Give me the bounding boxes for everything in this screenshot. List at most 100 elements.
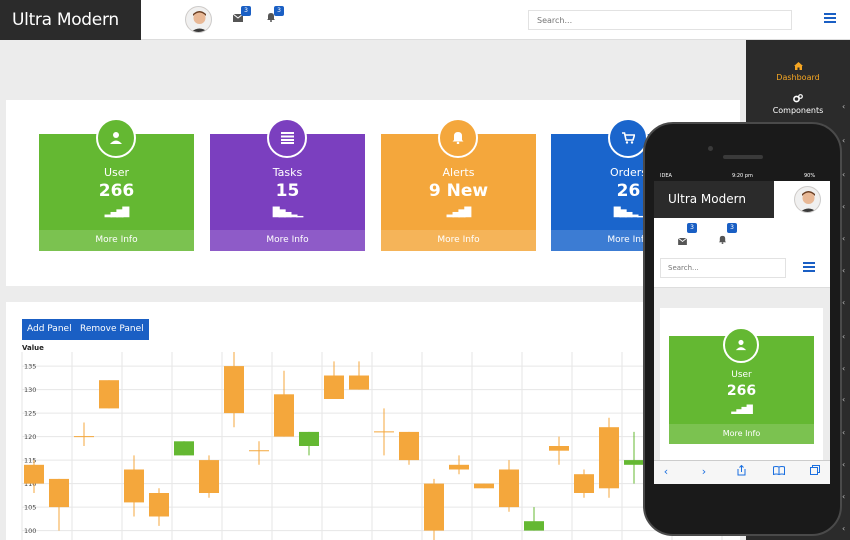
stat-card-value: 266 <box>98 181 135 201</box>
top-navbar: Ultra Modern 3 3 <box>0 0 850 40</box>
y-tick-label: 120 <box>24 433 36 441</box>
remove-panel-button[interactable]: Remove Panel <box>75 319 149 340</box>
candle-body <box>124 469 144 503</box>
candle-body <box>24 464 44 484</box>
chevron-left-icon[interactable]: ‹ <box>842 460 845 469</box>
user-icon <box>723 327 759 363</box>
phone-search-row <box>654 248 830 288</box>
bell-icon[interactable] <box>718 229 727 248</box>
candle-body <box>349 375 369 390</box>
home-icon <box>746 62 850 73</box>
battery-label: 90% <box>804 173 816 179</box>
chevron-left-icon[interactable]: ‹ <box>842 298 845 307</box>
stats-panel: User 266 ▂▄▆█ More Info Tasks 15 █▆▄▂▁ M… <box>6 100 740 286</box>
chevron-left-icon[interactable]: ‹ <box>842 136 845 145</box>
menu-toggle-icon[interactable] <box>803 262 815 273</box>
y-tick-label: 105 <box>24 504 36 512</box>
back-icon[interactable]: ‹ <box>659 465 673 479</box>
phone-speaker <box>723 155 763 159</box>
phone-stats-panel: User 266 ▂▄▆█ More Info <box>660 308 823 468</box>
candle-body <box>199 460 219 493</box>
candle-body <box>524 521 544 531</box>
more-info-link[interactable]: More Info <box>381 230 536 251</box>
bar-chart-icon: █▆▄▂▁ <box>272 208 304 218</box>
phone-search-input[interactable] <box>660 258 786 278</box>
y-tick-label: 125 <box>24 410 36 418</box>
bell-badge: 3 <box>274 6 284 16</box>
avatar-image <box>795 187 820 212</box>
candle-body <box>424 483 444 531</box>
phone-brand-logo[interactable]: Ultra Modern <box>654 181 774 218</box>
stat-card-value: 9 New <box>428 181 489 201</box>
more-info-link[interactable]: More Info <box>39 230 194 251</box>
candle-body <box>449 464 469 470</box>
candle-body <box>549 446 569 451</box>
more-info-link[interactable]: More Info <box>669 424 814 444</box>
chevron-left-icon[interactable]: ‹ <box>842 524 845 533</box>
candle-body <box>49 478 69 508</box>
candle-body <box>599 427 619 489</box>
mail-badge: 3 <box>241 6 251 16</box>
y-tick-label: 130 <box>24 386 36 394</box>
avatar-image <box>186 7 211 32</box>
avatar[interactable] <box>794 186 821 213</box>
stat-card-value: 15 <box>275 181 300 201</box>
sidebar-item-dashboard[interactable]: Dashboard <box>746 62 850 82</box>
tabs-icon[interactable] <box>808 465 822 479</box>
phone-camera <box>708 146 713 151</box>
bar-chart-icon: ▂▄▆█ <box>446 208 472 218</box>
candle-body <box>474 483 494 489</box>
more-info-link[interactable]: More Info <box>210 230 365 251</box>
bell-badge: 3 <box>727 223 737 233</box>
chevron-left-icon[interactable]: ‹ <box>842 102 845 111</box>
menu-toggle-icon[interactable] <box>824 13 836 24</box>
candle-body <box>574 474 594 493</box>
search-input[interactable] <box>528 10 792 30</box>
share-icon[interactable] <box>734 464 748 479</box>
stat-card-title: Alerts <box>442 166 475 179</box>
brand-logo[interactable]: Ultra Modern <box>0 0 141 40</box>
y-tick-label: 115 <box>24 457 36 465</box>
candle-body <box>274 394 294 437</box>
sidebar-item-components[interactable]: Components <box>746 94 850 115</box>
candle-body <box>499 469 519 508</box>
stat-card-user[interactable]: User 266 ▂▄▆█ More Info <box>39 118 194 251</box>
phone-icon-row: 3 3 <box>654 218 830 248</box>
stat-card-tasks[interactable]: Tasks 15 █▆▄▂▁ More Info <box>210 118 365 251</box>
chevron-left-icon[interactable]: ‹ <box>842 202 845 211</box>
chart-panel: Value 100 105 110 115 120 125 130 135 Add Panel … <box>6 302 740 540</box>
stat-card-user[interactable]: User 266 ▂▄▆█ More Info <box>669 327 814 444</box>
chevron-left-icon[interactable]: ‹ <box>842 266 845 275</box>
chevron-left-icon[interactable]: ‹ <box>842 332 845 341</box>
candle-body <box>99 380 119 409</box>
phone-navbar: Ultra Modern <box>654 181 830 218</box>
list-icon <box>267 118 307 158</box>
y-axis-label: Value <box>22 344 44 352</box>
time-label: 9:20 pm <box>732 173 753 179</box>
chevron-left-icon[interactable]: ‹ <box>842 170 845 179</box>
chevron-left-icon[interactable]: ‹ <box>842 234 845 243</box>
bookmarks-icon[interactable] <box>772 465 786 479</box>
avatar[interactable] <box>185 6 212 33</box>
user-icon <box>96 118 136 158</box>
bar-chart-icon: ▂▄▆█ <box>104 208 130 218</box>
bar-chart-icon: ▂▄▆█ <box>731 405 753 414</box>
chevron-left-icon[interactable]: ‹ <box>842 492 845 501</box>
candle-body <box>324 375 344 399</box>
candle-body <box>399 431 419 461</box>
stat-card-alerts[interactable]: Alerts 9 New ▂▄▆█ More Info <box>381 118 536 251</box>
add-panel-button[interactable]: Add Panel <box>22 319 77 340</box>
forward-icon[interactable]: › <box>697 465 711 479</box>
chevron-left-icon[interactable]: ‹ <box>842 395 845 404</box>
candle-body <box>174 441 194 456</box>
cart-icon <box>608 118 648 158</box>
mail-badge: 3 <box>687 223 697 233</box>
cogs-icon <box>746 94 850 106</box>
chevron-left-icon[interactable]: ‹ <box>842 364 845 373</box>
phone-screen: IDEA 9:20 pm 90% Ultra Modern 3 3 Search… <box>654 172 830 484</box>
candle-body <box>299 431 319 446</box>
mail-icon[interactable] <box>677 230 688 249</box>
stat-card-value: 266 <box>726 383 757 399</box>
chevron-left-icon[interactable]: ‹ <box>842 428 845 437</box>
candle-body <box>149 493 169 517</box>
